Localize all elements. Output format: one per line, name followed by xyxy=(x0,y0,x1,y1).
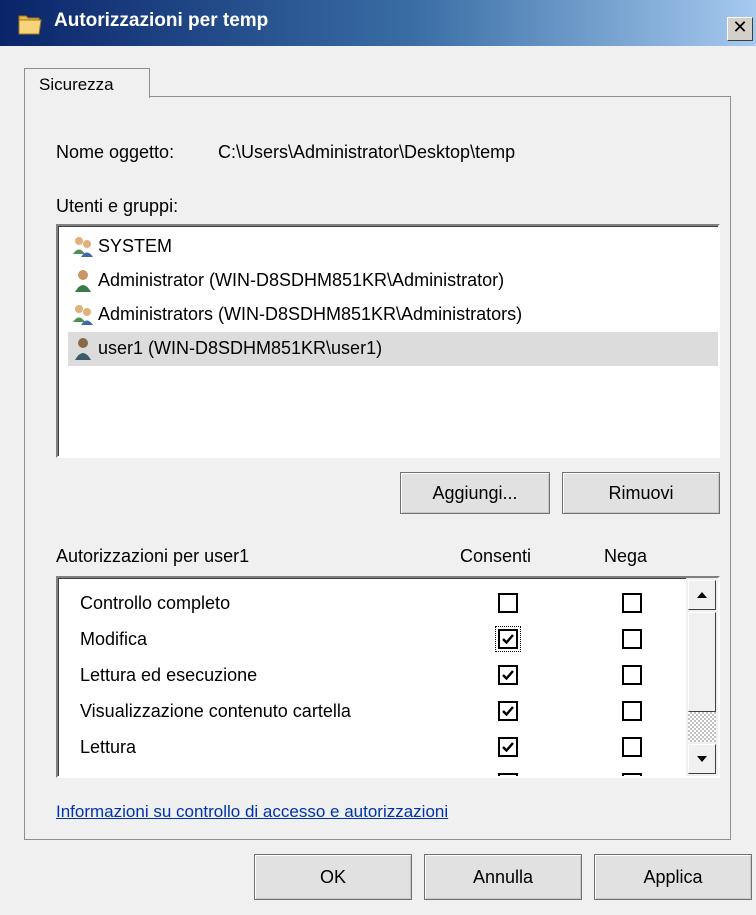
checkmark-icon xyxy=(502,706,514,717)
permission-name: Lettura ed esecuzione xyxy=(80,665,258,685)
title-bar[interactable]: Autorizzazioni per temp ✕ xyxy=(0,0,756,46)
checkmark-icon xyxy=(502,670,514,681)
permission-name: Visualizzazione contenuto cartella xyxy=(80,701,351,721)
access-control-info-link[interactable]: Informazioni su controllo di accesso e a… xyxy=(56,802,448,822)
scroll-thumb[interactable] xyxy=(688,612,716,712)
folder-icon xyxy=(18,15,42,35)
apply-button[interactable]: Applica xyxy=(594,854,752,900)
arrow-down-icon xyxy=(697,756,707,762)
object-name-value: C:\Users\Administrator\Desktop\temp xyxy=(218,142,516,162)
user-name: Administrators (WIN-D8SDHM851KR\Administ… xyxy=(98,304,523,324)
permission-name: Modifica xyxy=(80,629,148,649)
user-name: user1 (WIN-D8SDHM851KR\user1) xyxy=(98,338,383,358)
scroll-up-button[interactable] xyxy=(688,580,716,610)
deny-checkbox[interactable] xyxy=(622,701,642,721)
user-icon xyxy=(75,338,91,360)
permission-row-partial xyxy=(58,766,688,776)
deny-header: Nega xyxy=(604,546,648,566)
add-button[interactable]: Aggiungi... xyxy=(400,472,550,514)
permission-row: Lettura ed esecuzione xyxy=(58,658,688,694)
allow-header: Consenti xyxy=(460,546,532,566)
tab-sicurezza[interactable]: Sicurezza xyxy=(24,68,150,98)
allow-checkbox[interactable] xyxy=(498,773,518,776)
remove-button[interactable]: Rimuovi xyxy=(562,472,720,514)
permission-name: Lettura xyxy=(80,737,137,757)
permission-row: Modifica xyxy=(58,622,688,658)
window-title: Autorizzazioni per temp xyxy=(54,10,269,31)
permission-row: Controllo completo xyxy=(58,586,688,622)
users-list[interactable]: SYSTEM Administrator (WIN-D8SDHM851KR\Ad… xyxy=(56,224,720,458)
allow-checkbox[interactable] xyxy=(498,701,518,721)
deny-checkbox[interactable] xyxy=(622,593,642,613)
allow-checkbox[interactable] xyxy=(495,626,521,652)
permission-name: Controllo completo xyxy=(80,593,231,613)
permission-row: Visualizzazione contenuto cartella xyxy=(58,694,688,730)
allow-checkbox[interactable] xyxy=(498,665,518,685)
list-item-user1[interactable]: user1 (WIN-D8SDHM851KR\user1) xyxy=(68,332,718,366)
ok-button[interactable]: OK xyxy=(254,854,412,900)
object-name-label: Nome oggetto: xyxy=(56,142,175,162)
list-item-system[interactable]: SYSTEM xyxy=(68,230,718,264)
scroll-down-button[interactable] xyxy=(688,744,716,774)
deny-checkbox[interactable] xyxy=(622,737,642,757)
deny-checkbox[interactable] xyxy=(622,629,642,649)
tab-label: Sicurezza xyxy=(39,75,114,94)
allow-checkbox[interactable] xyxy=(498,737,518,757)
list-item-administrator[interactable]: Administrator (WIN-D8SDHM851KR\Administr… xyxy=(68,264,718,298)
user-name: SYSTEM xyxy=(98,236,173,256)
checkmark-icon xyxy=(502,634,514,645)
user-icon xyxy=(75,270,91,292)
user-name: Administrator (WIN-D8SDHM851KR\Administr… xyxy=(98,270,505,290)
scroll-track[interactable] xyxy=(688,712,716,742)
permission-row: Lettura xyxy=(58,730,688,766)
deny-checkbox[interactable] xyxy=(622,665,642,685)
deny-checkbox[interactable] xyxy=(622,773,642,776)
permissions-list[interactable]: Controllo completo Modifica Lettura ed e… xyxy=(56,576,720,778)
allow-checkbox[interactable] xyxy=(498,593,518,613)
checkmark-icon xyxy=(502,742,514,753)
permissions-scrollbar[interactable] xyxy=(686,578,718,776)
arrow-up-icon xyxy=(697,592,707,598)
group-icon xyxy=(73,305,93,325)
permissions-label: Autorizzazioni per user1 xyxy=(56,546,250,566)
list-item-administrators[interactable]: Administrators (WIN-D8SDHM851KR\Administ… xyxy=(68,298,718,332)
close-button[interactable]: ✕ xyxy=(727,17,753,41)
group-icon xyxy=(73,237,93,257)
cancel-button[interactable]: Annulla xyxy=(424,854,582,900)
users-groups-label: Utenti e gruppi: xyxy=(56,196,179,216)
